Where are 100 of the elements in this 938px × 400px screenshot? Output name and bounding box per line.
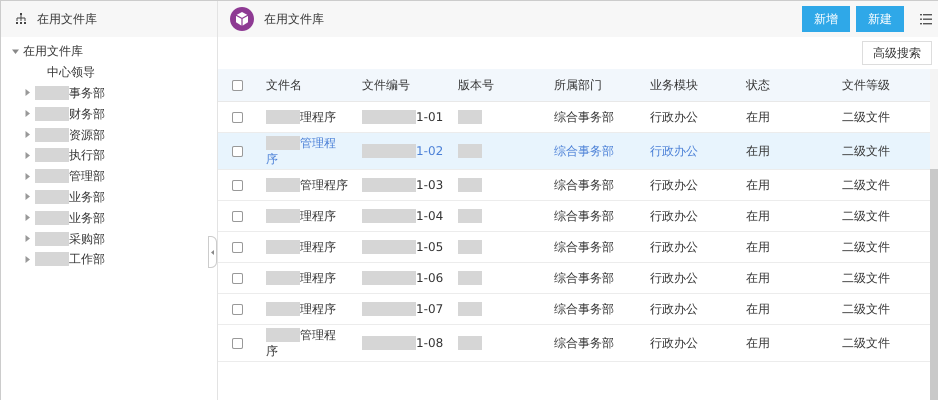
table-cell: 管理程序 — [300, 177, 348, 193]
table-cell-text: 综合事务部 — [553, 335, 615, 352]
org-chart-icon — [15, 13, 27, 25]
table-cell-text: 在用 — [745, 301, 771, 318]
checkbox[interactable] — [232, 338, 243, 348]
checkbox[interactable] — [232, 112, 243, 122]
column-header: 文件编号 — [361, 77, 411, 94]
tree-item[interactable]: 财务部 — [69, 104, 105, 123]
table-cell: 理程序 — [300, 239, 336, 255]
table-cell-text: 综合事务部 — [553, 143, 615, 160]
column-header: 文件名 — [265, 77, 303, 94]
table-cell-text: 行政办公 — [649, 239, 699, 256]
table-cell-text: 行政办公 — [649, 335, 699, 352]
column-header: 文件等级 — [841, 77, 891, 94]
collapse-handle[interactable] — [208, 236, 217, 268]
table-cell: 1-06 — [416, 270, 444, 286]
caret-right-icon[interactable] — [24, 214, 30, 222]
page-title: 在用文件库 — [264, 11, 325, 28]
table-cell-text: 在用 — [745, 239, 771, 256]
tree-item[interactable]: 在用文件库 — [23, 42, 83, 60]
table-cell: 理程序 — [300, 109, 336, 125]
column-header: 业务模块 — [649, 77, 699, 94]
column-header: 所属部门 — [553, 77, 603, 94]
table-cell-text: 综合事务部 — [553, 208, 615, 225]
table-row[interactable]: 理程序 1-07 综合事务部 行政办公 在用 二级文件 — [218, 294, 930, 325]
table-row[interactable]: 管理程 序 1-08 综合事务部 行政办公 在用 二级文件 — [218, 325, 930, 362]
table-cell: 理程序 — [300, 208, 336, 224]
panel-title: 在用文件库 — [37, 11, 97, 28]
table-cell-text: 综合事务部 — [553, 301, 615, 318]
caret-right-icon[interactable] — [24, 193, 30, 200]
table-cell-text: 在用 — [745, 270, 771, 287]
checkbox[interactable] — [232, 272, 243, 284]
caret-right-icon[interactable] — [24, 89, 30, 96]
tree-item[interactable]: 事务部 — [69, 84, 105, 102]
checkbox[interactable] — [232, 242, 243, 252]
table-cell-text: 二级文件 — [841, 177, 891, 194]
caret-right-icon[interactable] — [24, 235, 30, 242]
table-cell-text: 二级文件 — [841, 239, 891, 256]
tree-item[interactable]: 执行部 — [69, 146, 105, 164]
tree-item[interactable]: 中心领导 — [47, 63, 95, 82]
column-header: 版本号 — [457, 77, 495, 94]
table-cell-text: 行政办公 — [649, 143, 699, 160]
tree-item[interactable]: 业务部 — [69, 188, 105, 206]
table-cell: 1-01 — [416, 109, 444, 125]
caret-right-icon[interactable] — [24, 172, 30, 180]
left-arrow-icon — [211, 250, 214, 254]
table-row[interactable]: 理程序 1-06 综合事务部 行政办公 在用 二级文件 — [218, 263, 930, 294]
table-cell-text: 行政办公 — [649, 270, 699, 287]
table-cell-text: 综合事务部 — [553, 270, 615, 287]
tree-item[interactable]: 工作部 — [69, 250, 105, 268]
table-cell-text: 在用 — [745, 208, 771, 225]
table-cell: 管理程 — [300, 327, 336, 343]
table-cell-text: 二级文件 — [841, 270, 891, 287]
tree-item[interactable]: 采购部 — [69, 230, 105, 248]
advanced-search-button[interactable]: 高级搜索 — [862, 41, 932, 65]
checkbox[interactable] — [232, 180, 243, 190]
caret-right-icon[interactable] — [24, 152, 30, 159]
table-cell-text: 二级文件 — [841, 335, 891, 352]
table-cell-text: 综合事务部 — [553, 239, 615, 256]
table-cell: 1-04 — [416, 208, 444, 224]
caret-right-icon[interactable] — [24, 131, 30, 138]
table-cell: 理程序 — [300, 270, 336, 286]
tree-item[interactable]: 业务部 — [69, 208, 105, 227]
table-row[interactable]: 管理程序 1-03 综合事务部 行政办公 在用 二级文件 — [218, 170, 930, 201]
caret-right-icon[interactable] — [24, 256, 30, 263]
table-row[interactable]: 理程序 1-04 综合事务部 行政办公 在用 二级文件 — [218, 201, 930, 232]
tree-item[interactable]: 资源部 — [69, 126, 105, 144]
table-cell-text: 序 — [266, 151, 279, 167]
table-row[interactable]: 理程序 1-05 综合事务部 行政办公 在用 二级文件 — [218, 232, 930, 263]
menu-icon[interactable] — [920, 14, 932, 24]
caret-right-icon[interactable] — [24, 110, 30, 118]
table-cell: 1-02 — [416, 143, 444, 159]
checkbox[interactable] — [232, 80, 243, 90]
cube-icon — [230, 7, 254, 31]
table-cell: 1-03 — [416, 177, 444, 193]
table-cell: 管理程 — [300, 135, 336, 151]
table-cell: 1-08 — [416, 335, 444, 351]
table-cell-text: 在用 — [745, 143, 771, 160]
checkbox[interactable] — [232, 304, 243, 314]
table-row[interactable]: 管理程 序 1-02 综合事务部 行政办公 在用 二级文件 — [218, 133, 930, 170]
table-cell-text: 综合事务部 — [553, 177, 615, 194]
table-cell-text: 行政办公 — [649, 301, 699, 318]
scrollbar[interactable] — [930, 69, 938, 400]
table-cell: 理程序 — [300, 301, 336, 317]
table-cell-text: 综合事务部 — [553, 109, 615, 126]
table-cell-text: 行政办公 — [649, 109, 699, 126]
tree-item[interactable]: 管理部 — [69, 167, 105, 186]
table-cell-text: 二级文件 — [841, 109, 891, 126]
table-cell-text: 行政办公 — [649, 208, 699, 225]
table-cell-text: 在用 — [745, 335, 771, 352]
column-header: 状态 — [745, 77, 771, 94]
table-cell-text: 二级文件 — [841, 301, 891, 318]
checkbox[interactable] — [232, 210, 243, 222]
checkbox[interactable] — [232, 146, 243, 156]
table-cell: 1-05 — [416, 239, 444, 255]
table-cell-text: 序 — [266, 343, 279, 359]
caret-down-icon[interactable] — [12, 48, 18, 55]
table-cell-text: 在用 — [745, 109, 771, 126]
table-cell-text: 二级文件 — [841, 143, 891, 160]
table-cell: 1-07 — [416, 301, 444, 317]
